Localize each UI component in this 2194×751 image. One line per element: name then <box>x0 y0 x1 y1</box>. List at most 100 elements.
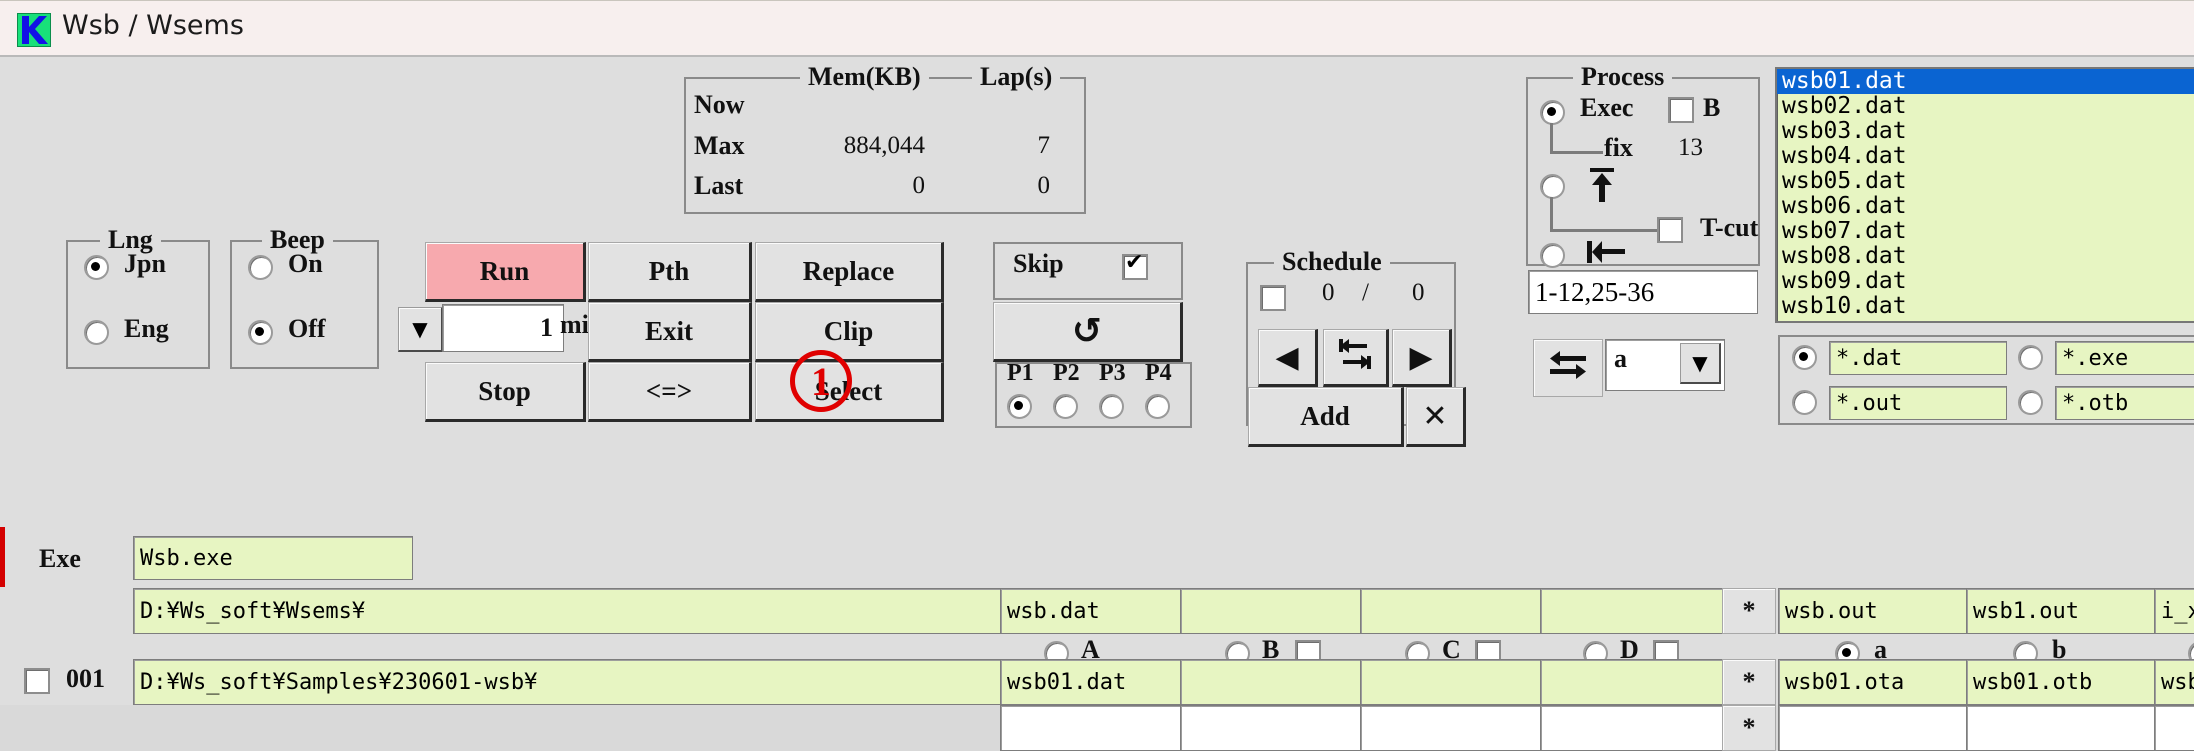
list-item[interactable]: wsb04.dat <box>1777 144 2194 169</box>
mem-row-label-last: Last <box>694 171 744 200</box>
header-path-input[interactable]: D:¥Ws_soft¥Wsems¥ <box>133 588 1006 634</box>
header-star-button[interactable]: * <box>1722 588 1776 634</box>
list-item[interactable]: wsb07.dat <box>1777 219 2194 244</box>
filter-field-out[interactable]: *.out <box>1829 386 2007 420</box>
row-002-input-3[interactable] <box>1360 705 1546 751</box>
row-002-star-button[interactable]: * <box>1722 705 1776 751</box>
process-radio-exec[interactable] <box>1540 100 1565 125</box>
row-001-checkbox[interactable] <box>24 668 50 694</box>
exe-input[interactable]: Wsb.exe <box>133 536 413 580</box>
clip-button[interactable]: Clip <box>755 302 944 362</box>
row-001-output-2[interactable]: wsb01.otb <box>1966 659 2160 705</box>
filter-radio-dat[interactable] <box>1792 345 1817 370</box>
schedule-close-button[interactable]: ✕ <box>1406 387 1466 447</box>
p4-radio[interactable] <box>1145 394 1170 419</box>
filter-radio-otb[interactable] <box>2018 390 2043 415</box>
row-001-path-input[interactable]: D:¥Ws_soft¥Samples¥230601-wsb¥ <box>133 659 1006 705</box>
header-output-2[interactable]: wsb1.out <box>1966 588 2160 634</box>
row-002-input-4[interactable] <box>1540 705 1726 751</box>
schedule-prev-button[interactable]: ◀ <box>1258 329 1318 387</box>
process-range-input[interactable]: 1-12,25-36 <box>1528 270 1758 314</box>
ab-swap-button[interactable] <box>1533 339 1603 397</box>
process-group-title: Process <box>1573 62 1673 92</box>
row-002-output-1[interactable] <box>1778 705 1972 751</box>
header-output-3[interactable]: i_xz <box>2154 588 2194 634</box>
application-window: Wsb / Wsems Mem(KB) Lap(s) Now Max Last … <box>0 0 2194 751</box>
beep-label-off: Off <box>288 314 326 343</box>
minutes-spinner[interactable]: ▼ <box>398 307 443 352</box>
p3-radio[interactable] <box>1099 394 1124 419</box>
process-fix-connector <box>1550 123 1603 154</box>
p1-label: P1 <box>1007 360 1034 386</box>
header-input-4[interactable] <box>1540 588 1726 634</box>
list-item[interactable]: wsb10.dat <box>1777 294 2194 319</box>
lap-value-last: 0 <box>1037 172 1051 199</box>
header-input-1[interactable]: wsb.dat <box>1000 588 1186 634</box>
chevron-down-icon[interactable]: ▼ <box>1680 343 1721 384</box>
pth-button[interactable]: Pth <box>588 242 752 302</box>
header-input-3[interactable] <box>1360 588 1546 634</box>
list-item[interactable]: wsb09.dat <box>1777 269 2194 294</box>
file-listbox[interactable]: wsb01.dat wsb02.dat wsb03.dat wsb04.dat … <box>1775 67 2194 323</box>
exit-button[interactable]: Exit <box>588 302 752 362</box>
schedule-total: 0 <box>1412 279 1425 306</box>
minutes-input[interactable]: 1 <box>442 304 564 352</box>
title-bar-accent <box>0 1 6 56</box>
row-001-input-4[interactable] <box>1540 659 1726 705</box>
row-001-input-3[interactable] <box>1360 659 1546 705</box>
list-item[interactable]: wsb08.dat <box>1777 244 2194 269</box>
lng-radio-eng[interactable] <box>84 320 109 345</box>
list-item[interactable]: wsb05.dat <box>1777 169 2194 194</box>
process-tcut-connector <box>1550 197 1663 232</box>
run-button[interactable]: Run <box>425 242 586 302</box>
lap-value-max: 7 <box>1037 132 1051 159</box>
row-001-output-3[interactable]: wsb <box>2154 659 2194 705</box>
beep-radio-off[interactable] <box>248 320 273 345</box>
process-radio-top[interactable] <box>1540 174 1565 199</box>
row-002-input-1[interactable] <box>1000 705 1186 751</box>
list-item[interactable]: wsb01.dat <box>1777 69 2194 94</box>
title-bar: Wsb / Wsems <box>0 0 2194 56</box>
filter-radio-out[interactable] <box>1792 390 1817 415</box>
skip-checkbox[interactable] <box>1122 250 1148 280</box>
row-002-output-2[interactable] <box>1966 705 2160 751</box>
process-b-checkbox[interactable] <box>1668 97 1694 123</box>
p2-radio[interactable] <box>1053 394 1078 419</box>
row-002-input-2[interactable] <box>1180 705 1366 751</box>
row-001-input-2[interactable] <box>1180 659 1366 705</box>
row-001-star-button[interactable]: * <box>1722 659 1776 705</box>
header-output-1[interactable]: wsb.out <box>1778 588 1972 634</box>
row-001-input-1[interactable]: wsb01.dat <box>1000 659 1186 705</box>
mem-row-label-now: Now <box>694 90 745 119</box>
row-001-output-1[interactable]: wsb01.ota <box>1778 659 1972 705</box>
process-fix-label: fix <box>1604 133 1633 162</box>
ab-combo[interactable]: a ▼ <box>1605 339 1725 391</box>
refresh-button[interactable]: ↺ <box>993 302 1183 362</box>
filter-radio-exe[interactable] <box>2018 345 2043 370</box>
row-002-output-3[interactable] <box>2154 705 2194 751</box>
swap-arrows-icon <box>1335 337 1375 378</box>
list-item[interactable]: wsb06.dat <box>1777 194 2194 219</box>
process-tcut-checkbox[interactable] <box>1657 217 1683 243</box>
schedule-next-button[interactable]: ▶ <box>1392 329 1452 387</box>
schedule-add-button[interactable]: Add <box>1248 387 1404 447</box>
stop-button[interactable]: Stop <box>425 362 586 422</box>
schedule-swap-button[interactable] <box>1323 329 1389 387</box>
header-input-2[interactable] <box>1180 588 1366 634</box>
process-tcut-label: T-cut <box>1700 213 1759 242</box>
replace-button[interactable]: Replace <box>755 242 944 302</box>
process-radio-left[interactable] <box>1540 243 1565 268</box>
filter-field-dat[interactable]: *.dat <box>1829 341 2007 375</box>
filter-field-otb[interactable]: *.otb <box>2055 386 2194 420</box>
list-item[interactable]: wsb03.dat <box>1777 119 2194 144</box>
schedule-checkbox[interactable] <box>1260 285 1286 311</box>
row-001-index: 001 <box>66 664 105 693</box>
swap-button[interactable]: <=> <box>588 362 752 422</box>
ab-combo-value: a <box>1614 344 1627 373</box>
lng-radio-jpn[interactable] <box>84 255 109 280</box>
beep-radio-on[interactable] <box>248 255 273 280</box>
list-item[interactable]: wsb02.dat <box>1777 94 2194 119</box>
p1-radio[interactable] <box>1007 394 1032 419</box>
left-right-arrows-icon <box>1546 348 1590 389</box>
filter-field-exe[interactable]: *.exe <box>2055 341 2194 375</box>
